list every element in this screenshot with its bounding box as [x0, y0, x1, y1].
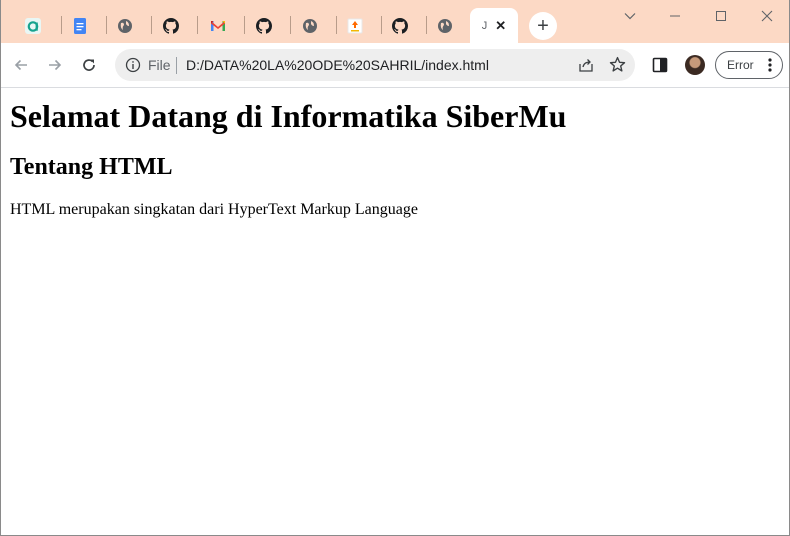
- close-tab-icon[interactable]: ✕: [495, 19, 506, 32]
- address-bar[interactable]: File D:/DATA%20LA%20ODE%20SAHRIL/index.h…: [115, 49, 635, 81]
- section-heading: Tentang HTML: [10, 154, 173, 180]
- page-content: Selamat Datang di Informatika SiberMu Te…: [1, 88, 789, 535]
- close-icon: [761, 10, 773, 22]
- maximize-button[interactable]: [698, 3, 744, 29]
- browser-window: J ✕ + File D:/DATA%20LA%20ODE%20SAHRIL/i…: [0, 0, 790, 536]
- info-icon[interactable]: [125, 57, 141, 73]
- globe-icon: [438, 18, 452, 33]
- globe-icon: [118, 18, 132, 33]
- tab-strip: J ✕ +: [1, 0, 789, 43]
- google-docs-icon: [74, 17, 86, 34]
- upload-page-icon: [347, 18, 363, 33]
- profile-avatar[interactable]: [685, 55, 705, 75]
- tab-globe-2[interactable]: [287, 8, 333, 43]
- more-vert-icon: [768, 58, 772, 72]
- address-divider: [176, 57, 177, 74]
- tab-github-3[interactable]: [377, 8, 423, 43]
- side-panel-icon[interactable]: [652, 57, 668, 73]
- github-icon: [392, 17, 408, 34]
- reload-button[interactable]: [76, 52, 102, 78]
- new-tab-button[interactable]: +: [529, 12, 557, 40]
- url-scheme-label: File: [148, 57, 171, 73]
- gmail-icon: [211, 20, 225, 31]
- paragraph-text: HTML merupakan singkatan dari HyperText …: [10, 201, 418, 218]
- tab-app-a[interactable]: [10, 8, 56, 43]
- github-icon: [163, 17, 179, 34]
- tab-docs[interactable]: [57, 8, 103, 43]
- star-icon[interactable]: [609, 56, 626, 73]
- share-icon[interactable]: [578, 57, 594, 73]
- close-window-button[interactable]: [744, 3, 789, 29]
- error-button[interactable]: Error: [715, 51, 783, 79]
- url-text[interactable]: D:/DATA%20LA%20ODE%20SAHRIL/index.html: [186, 57, 489, 73]
- browser-toolbar: File D:/DATA%20LA%20ODE%20SAHRIL/index.h…: [1, 43, 789, 88]
- tab-active[interactable]: J ✕: [470, 8, 518, 43]
- tab-github-2[interactable]: [241, 8, 287, 43]
- arrow-right-icon: [49, 59, 62, 71]
- tab-gmail[interactable]: [195, 8, 241, 43]
- tab-globe-1[interactable]: [102, 8, 148, 43]
- maximize-icon: [716, 11, 726, 21]
- error-label: Error: [727, 58, 754, 72]
- back-button[interactable]: [8, 52, 34, 78]
- active-tab-title: J: [481, 19, 488, 32]
- reload-icon: [83, 59, 95, 71]
- globe-icon: [303, 18, 317, 33]
- tab-globe-3[interactable]: [422, 8, 468, 43]
- tab-upload[interactable]: [332, 8, 378, 43]
- forward-button[interactable]: [42, 52, 68, 78]
- tab-search-button[interactable]: [607, 3, 653, 29]
- arrow-left-icon: [14, 59, 27, 71]
- minimize-icon: [670, 15, 680, 17]
- github-icon: [256, 17, 272, 34]
- app-a-icon: [25, 17, 41, 34]
- minimize-button[interactable]: [652, 3, 698, 29]
- page-heading: Selamat Datang di Informatika SiberMu: [10, 98, 567, 134]
- tab-github-1[interactable]: [148, 8, 194, 43]
- chevron-down-icon: [624, 13, 636, 20]
